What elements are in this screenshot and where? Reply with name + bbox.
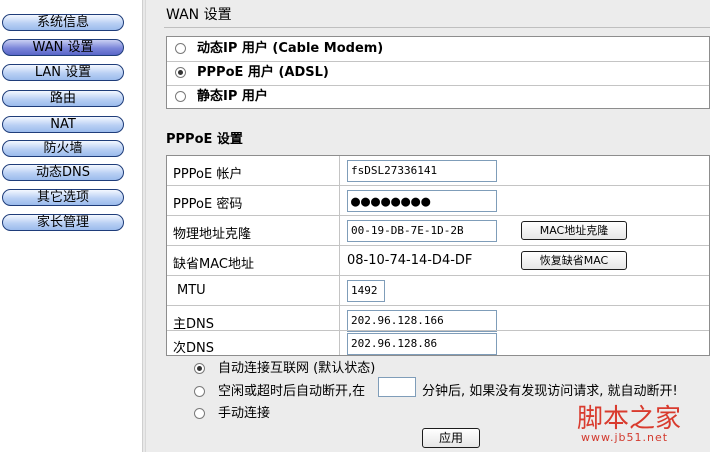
radio-connect-auto[interactable] bbox=[194, 363, 205, 374]
radio-connect-idle[interactable] bbox=[194, 386, 205, 397]
sidebar: 系统信息 WAN 设置 LAN 设置 路由 NAT 防火墙 动态DNS 其它选项… bbox=[0, 0, 142, 452]
sidebar-item-nat[interactable]: NAT bbox=[2, 116, 124, 133]
mtu-input[interactable]: 1492 bbox=[347, 280, 385, 302]
mac-clone-input[interactable]: 00-19-DB-7E-1D-2B bbox=[347, 220, 497, 242]
sidebar-item-parental-control[interactable]: 家长管理 bbox=[2, 214, 124, 231]
sidebar-item-dynamic-dns[interactable]: 动态DNS bbox=[2, 164, 124, 181]
radio-pppoe[interactable] bbox=[175, 67, 186, 78]
label-pppoe-password: PPPoE 密码 bbox=[173, 197, 243, 212]
row-pppoe-password: PPPoE 密码 ●●●●●●●● bbox=[167, 186, 709, 215]
label-pppoe-account: PPPoE 帐户 bbox=[173, 167, 243, 182]
mac-clone-button[interactable]: MAC地址克隆 bbox=[521, 221, 627, 240]
apply-button[interactable]: 应用 bbox=[422, 428, 480, 448]
watermark-text: 脚本之家 bbox=[577, 404, 682, 434]
label-mac-clone: 物理地址克隆 bbox=[173, 227, 252, 242]
sidebar-item-firewall[interactable]: 防火墙 bbox=[2, 140, 124, 157]
pppoe-account-input[interactable]: fsDSL27336141 bbox=[347, 160, 497, 182]
page-title: WAN 设置 bbox=[166, 7, 232, 23]
idle-minutes-input[interactable] bbox=[378, 377, 416, 397]
row-secondary-dns: 次DNS 202.96.128.86 bbox=[167, 330, 709, 359]
connect-manual-label: 手动连接 bbox=[218, 406, 271, 421]
label-default-mac: 缺省MAC地址 bbox=[173, 257, 254, 272]
primary-dns-input[interactable]: 202.96.128.166 bbox=[347, 310, 497, 332]
pppoe-password-input[interactable]: ●●●●●●●● bbox=[347, 190, 497, 212]
sidebar-item-lan-settings[interactable]: LAN 设置 bbox=[2, 64, 124, 81]
mode-label-static-ip: 静态IP 用户 bbox=[197, 89, 268, 104]
label-secondary-dns: 次DNS bbox=[173, 341, 214, 356]
row-pppoe-account: PPPoE 帐户 fsDSL27336141 bbox=[167, 156, 709, 185]
radio-connect-manual[interactable] bbox=[194, 408, 205, 419]
mode-option-pppoe[interactable]: PPPoE 用户 (ADSL) bbox=[167, 61, 709, 85]
mode-label-pppoe: PPPoE 用户 (ADSL) bbox=[197, 65, 329, 80]
sidebar-item-other-options[interactable]: 其它选项 bbox=[2, 189, 124, 206]
radio-static-ip[interactable] bbox=[175, 91, 186, 102]
watermark-url: www.jb51.net bbox=[581, 431, 669, 444]
secondary-dns-input[interactable]: 202.96.128.86 bbox=[347, 333, 497, 355]
connect-auto-label: 自动连接互联网 (默认状态) bbox=[218, 361, 376, 376]
pppoe-form: PPPoE 帐户 fsDSL27336141 PPPoE 密码 ●●●●●●●●… bbox=[166, 155, 710, 356]
mode-option-static-ip[interactable]: 静态IP 用户 bbox=[167, 85, 709, 109]
wan-mode-group: 动态IP 用户 (Cable Modem) PPPoE 用户 (ADSL) 静态… bbox=[166, 36, 710, 109]
row-mac-clone: 物理地址克隆 00-19-DB-7E-1D-2B MAC地址克隆 bbox=[167, 216, 709, 245]
mode-label-dynamic-ip: 动态IP 用户 (Cable Modem) bbox=[197, 41, 384, 56]
watermark: 脚本之家 www.jb51.net bbox=[577, 398, 707, 450]
mode-option-dynamic-ip[interactable]: 动态IP 用户 (Cable Modem) bbox=[167, 37, 709, 61]
sidebar-item-system-info[interactable]: 系统信息 bbox=[2, 14, 124, 31]
restore-default-mac-button[interactable]: 恢复缺省MAC bbox=[521, 251, 627, 270]
section-title-pppoe: PPPoE 设置 bbox=[166, 132, 243, 147]
row-default-mac: 缺省MAC地址 08-10-74-14-D4-DF 恢复缺省MAC bbox=[167, 246, 709, 275]
connect-idle-label-before: 空闲或超时后自动断开,在 bbox=[218, 384, 366, 399]
row-mtu: MTU 1492 bbox=[167, 276, 709, 305]
default-mac-value: 08-10-74-14-D4-DF bbox=[347, 253, 473, 268]
main-panel: WAN 设置 动态IP 用户 (Cable Modem) PPPoE 用户 (A… bbox=[146, 0, 710, 452]
label-mtu: MTU bbox=[177, 283, 206, 298]
sidebar-item-routing[interactable]: 路由 bbox=[2, 90, 124, 107]
title-divider bbox=[164, 27, 710, 28]
sidebar-item-wan-settings[interactable]: WAN 设置 bbox=[2, 39, 124, 56]
radio-dynamic-ip[interactable] bbox=[175, 43, 186, 54]
